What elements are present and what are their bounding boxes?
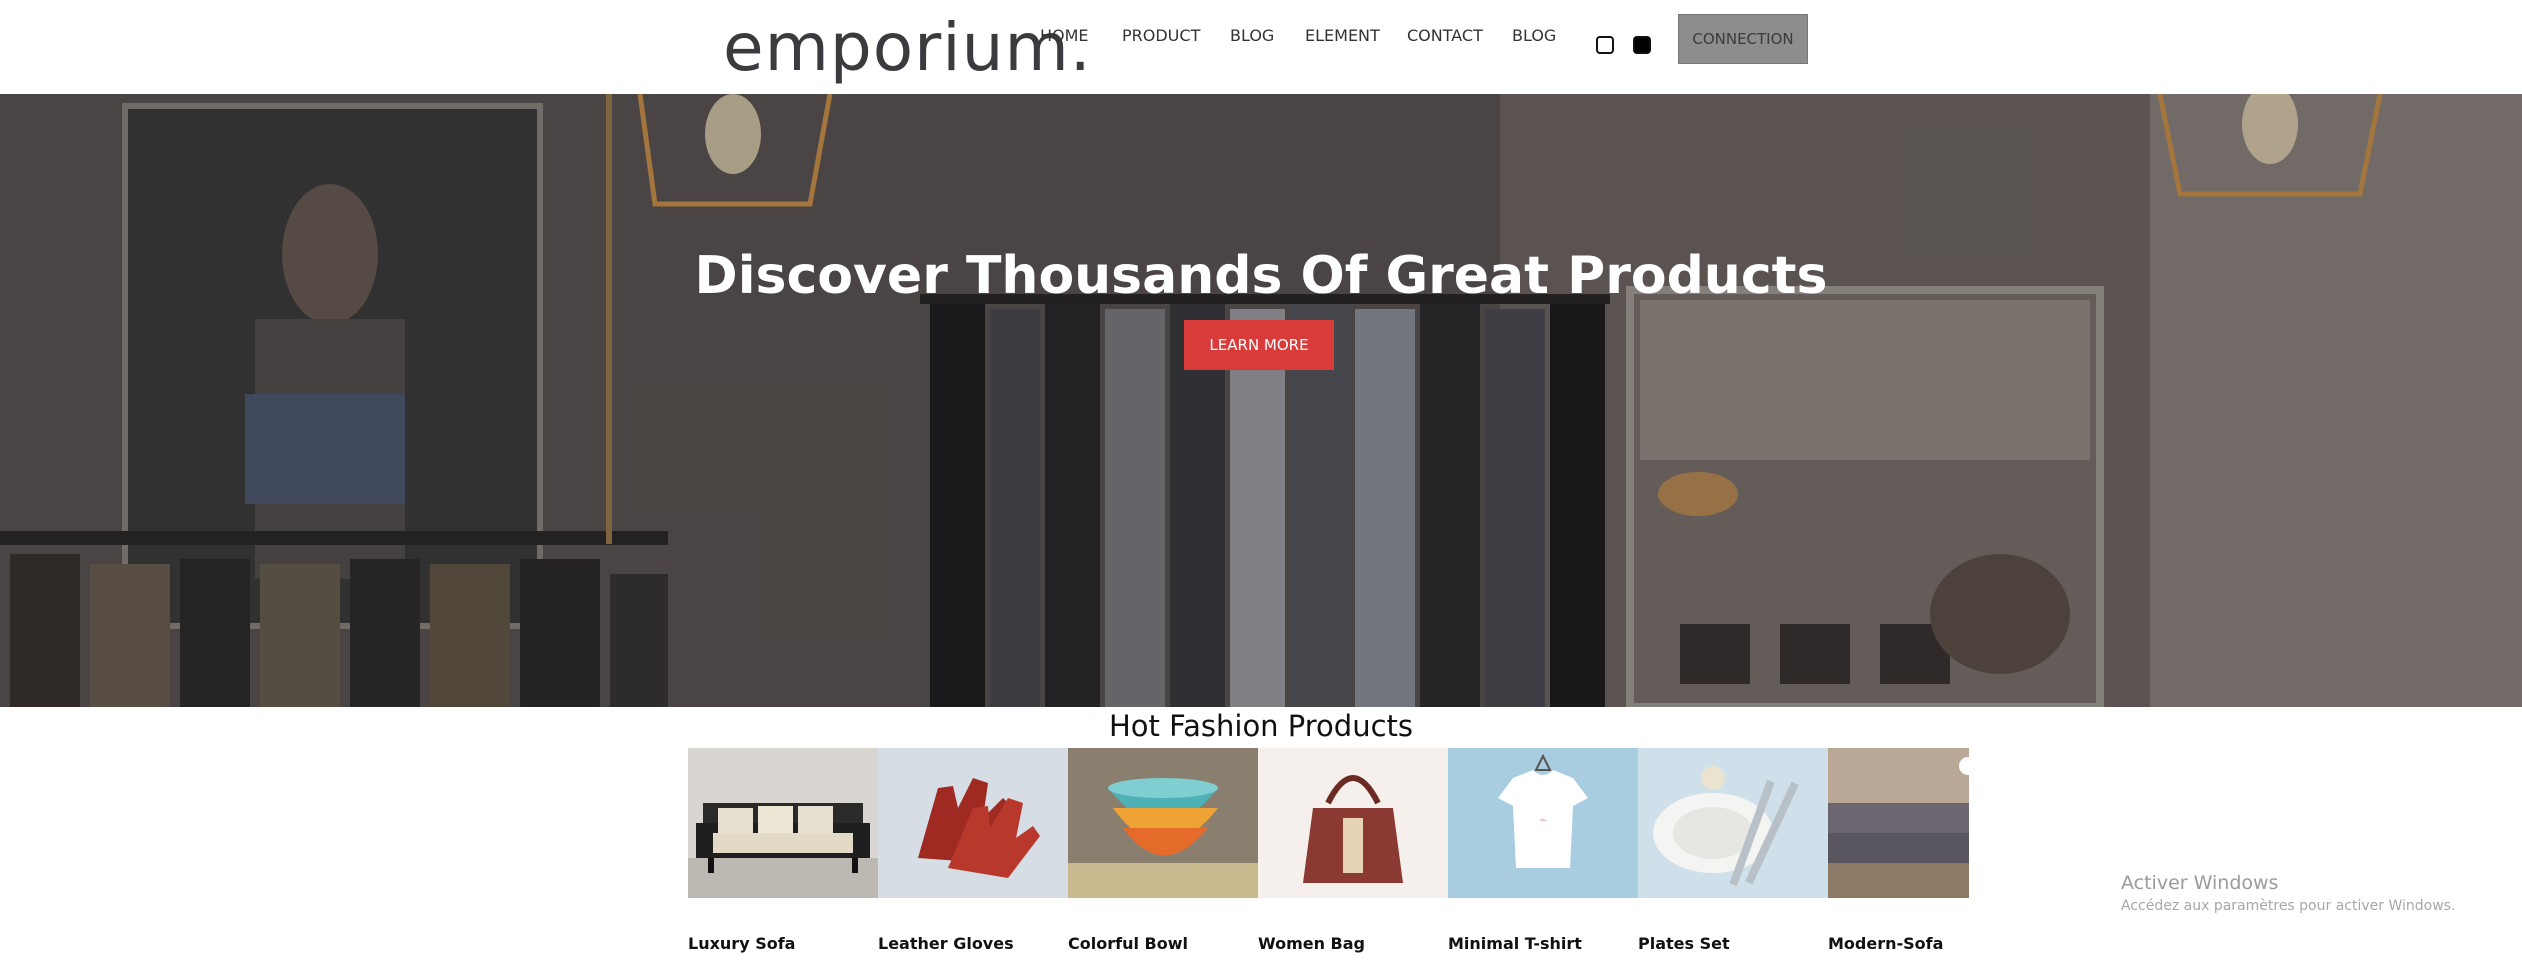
product-name[interactable]: Leather Gloves <box>878 934 1014 953</box>
product-card[interactable]: ~ Minimal T-shirt <box>1448 748 1638 962</box>
nav-product[interactable]: PRODUCT <box>1122 26 1200 46</box>
site-header: emporium. HOME PRODUCT BLOG ELEMENT CONT… <box>0 0 2522 94</box>
nav-home[interactable]: HOME <box>1040 26 1089 46</box>
checkbox-outline[interactable] <box>1596 36 1614 54</box>
product-carousel: Luxury Sofa Leather Gloves Colorful Bowl <box>688 748 1969 962</box>
product-card[interactable]: Leather Gloves <box>878 748 1068 962</box>
product-name[interactable]: Luxury Sofa <box>688 934 795 953</box>
products-section-title: Hot Fashion Products <box>1108 709 1414 743</box>
bag-image <box>1258 748 1448 898</box>
svg-text:~: ~ <box>1539 816 1547 826</box>
product-card[interactable]: Luxury Sofa <box>688 748 878 962</box>
nav-blog-2[interactable]: BLOG <box>1512 26 1556 46</box>
bowl-image <box>1068 748 1258 898</box>
windows-activation-hint: Accédez aux paramètres pour activer Wind… <box>2121 898 2456 914</box>
gloves-image <box>878 748 1068 898</box>
nav-element[interactable]: ELEMENT <box>1305 26 1380 46</box>
nav-contact[interactable]: CONTACT <box>1407 26 1483 46</box>
hero-banner: Discover Thousands Of Great Products LEA… <box>0 94 2522 707</box>
nav-blog[interactable]: BLOG <box>1230 26 1274 46</box>
site-logo[interactable]: emporium. <box>723 8 1092 88</box>
hero-overlay <box>0 94 2522 707</box>
checkbox-filled[interactable] <box>1633 36 1651 54</box>
product-name[interactable]: Colorful Bowl <box>1068 934 1188 953</box>
product-name[interactable]: Modern-Sofa <box>1828 934 1943 953</box>
product-card[interactable]: Women Bag <box>1258 748 1448 962</box>
windows-activation-title: Activer Windows <box>2121 872 2279 894</box>
sofa-image <box>1828 748 1969 898</box>
product-card[interactable]: Colorful Bowl <box>1068 748 1258 962</box>
connection-button[interactable]: CONNECTION <box>1678 14 1808 64</box>
product-name[interactable]: Plates Set <box>1638 934 1730 953</box>
sofa-image <box>688 748 878 898</box>
product-name[interactable]: Women Bag <box>1258 934 1365 953</box>
product-name[interactable]: Minimal T-shirt <box>1448 934 1582 953</box>
product-card[interactable]: Plates Set <box>1638 748 1828 962</box>
product-card[interactable]: Modern-Sofa <box>1828 748 1969 962</box>
hero-title: Discover Thousands Of Great Products <box>694 246 1828 306</box>
plates-image <box>1638 748 1828 898</box>
tshirt-image: ~ <box>1448 748 1638 898</box>
learn-more-button[interactable]: LEARN MORE <box>1184 320 1334 370</box>
